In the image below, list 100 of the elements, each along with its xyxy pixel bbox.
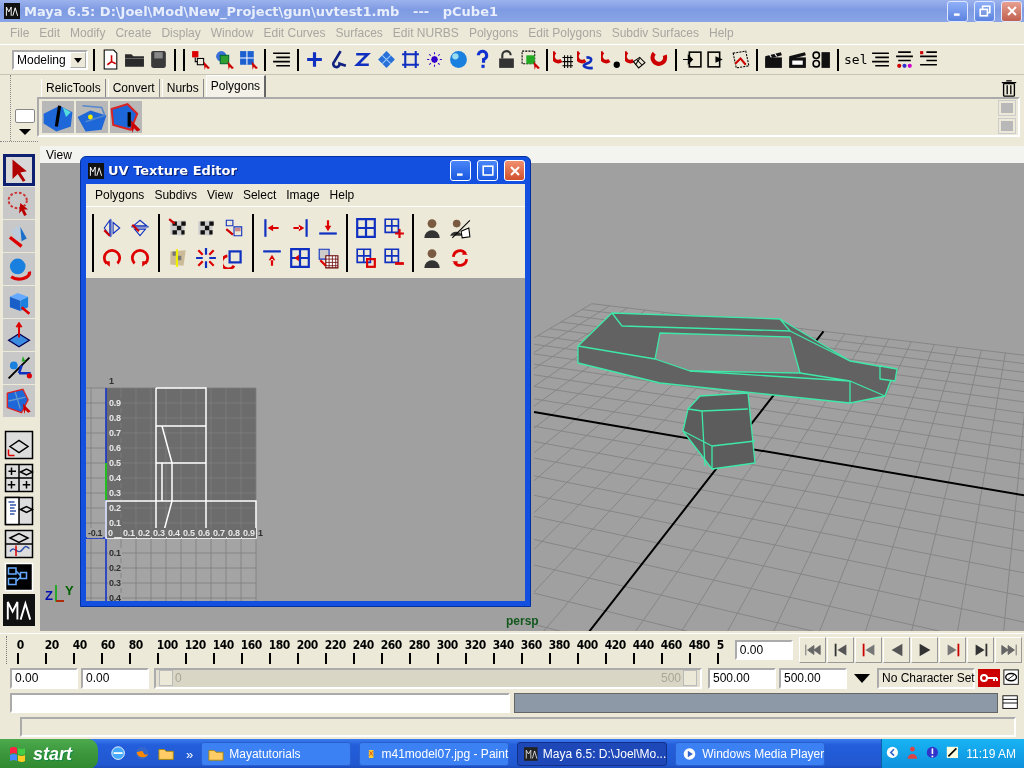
media-player-icon xyxy=(682,746,698,762)
shelf-tab[interactable]: Polygons xyxy=(205,75,267,97)
taskbar-button[interactable]: Mayatutorials xyxy=(201,742,352,766)
menu-item[interactable]: View xyxy=(202,188,238,202)
clock: 11:19 AM xyxy=(966,747,1016,761)
axis-tick-label: 0.3 xyxy=(152,528,166,538)
grid-arrow-icon[interactable] xyxy=(289,246,311,269)
grid-magnet-icon[interactable] xyxy=(553,49,574,70)
lines-icon[interactable] xyxy=(271,49,292,70)
script-editor-icon[interactable] xyxy=(1002,694,1020,712)
hierarchy-select-icon[interactable] xyxy=(190,49,211,70)
taskbar-button[interactable]: Windows Media Player xyxy=(675,742,826,766)
menu-item[interactable]: Image xyxy=(281,188,325,202)
playback-end-field[interactable]: 500.00 xyxy=(708,667,776,689)
input-icon[interactable] xyxy=(682,49,703,70)
axis-tick-label: 0.4 xyxy=(108,473,122,483)
texture-grid-icon[interactable] xyxy=(317,246,339,269)
frame-tick-label: 200 xyxy=(296,638,318,652)
taskbar-button[interactable]: m41model07.jpg - Paint xyxy=(359,742,510,766)
clapboard-icon[interactable] xyxy=(763,49,784,70)
frame-tick-label: 380 xyxy=(548,638,570,652)
taskbar-button-label: Mayatutorials xyxy=(229,747,301,761)
rotate-right-icon[interactable] xyxy=(129,246,151,269)
shelf-tab[interactable]: Convert xyxy=(107,79,160,97)
frame-icon[interactable] xyxy=(400,49,421,70)
caret-icon[interactable] xyxy=(853,671,871,685)
outliner-layout-icon[interactable] xyxy=(4,496,34,526)
axis-tick-label: 0.9 xyxy=(242,528,256,538)
axis-tick-label: 0.2 xyxy=(137,528,151,538)
taskbar-button[interactable]: Maya 6.5: D:\Joel\Mo... xyxy=(517,742,668,766)
rotate-left-icon[interactable] xyxy=(101,246,123,269)
polygon-cube-icon[interactable] xyxy=(42,101,74,133)
four-pane-layout-icon[interactable] xyxy=(4,463,34,493)
lock-icon[interactable] xyxy=(496,49,517,70)
object-select-icon[interactable] xyxy=(214,49,235,70)
current-time-field[interactable]: 0.00 xyxy=(734,639,793,660)
menu-item[interactable]: Help xyxy=(324,188,360,202)
playback-start-field[interactable]: 0.00 xyxy=(81,667,149,689)
frame-tick-label: 340 xyxy=(492,638,514,652)
checker-icon[interactable] xyxy=(167,216,189,239)
single-pane-layout-icon[interactable] xyxy=(4,430,34,460)
grid-icon[interactable] xyxy=(355,216,377,239)
save-icon[interactable] xyxy=(148,49,169,70)
graph-layout-icon[interactable] xyxy=(4,529,34,559)
start-time-field[interactable]: 0.00 xyxy=(10,667,78,689)
component-select-icon[interactable] xyxy=(238,49,259,70)
shelf-tab[interactable]: Nurbs xyxy=(161,79,204,97)
caret-icon[interactable] xyxy=(18,127,32,137)
lines-icon[interactable] xyxy=(894,49,916,70)
axis-tick-label: 0.7 xyxy=(108,428,122,438)
person-silhouette-icon[interactable] xyxy=(421,246,443,269)
frame-tick-label: 420 xyxy=(604,638,626,652)
trash-icon[interactable] xyxy=(1000,79,1018,97)
taskbar-button-label: Maya 6.5: D:\Joel\Mo... xyxy=(542,747,667,761)
quick-launch-more[interactable]: » xyxy=(186,746,194,762)
refresh-icon[interactable] xyxy=(449,246,471,269)
marquee-select-icon[interactable] xyxy=(520,49,541,70)
taskbar-button-label: m41model07.jpg - Paint xyxy=(381,747,509,761)
axis-tick-label: 0.1 xyxy=(108,548,122,558)
range-start-handle[interactable] xyxy=(159,670,173,686)
frame-tick-label: 5 xyxy=(716,638,724,652)
range-end-handle[interactable] xyxy=(683,670,697,686)
point-magnet-icon[interactable] xyxy=(601,49,622,70)
axis-tick-label: 0.7 xyxy=(212,528,226,538)
axis-tick-label: 0.4 xyxy=(167,528,181,538)
character-set-field[interactable]: No Character Set xyxy=(877,667,975,689)
axis-tick-label: 0.5 xyxy=(108,458,122,468)
gather-icon[interactable] xyxy=(195,246,217,269)
menu-item[interactable]: Polygons xyxy=(90,188,150,202)
browser-icon[interactable] xyxy=(110,745,128,763)
surface-icon[interactable] xyxy=(376,49,397,70)
grid-add-icon[interactable] xyxy=(383,216,405,239)
command-input-field[interactable] xyxy=(10,693,510,713)
render-settings-icon[interactable] xyxy=(811,49,832,70)
hypershade-layout-icon[interactable] xyxy=(4,562,34,592)
menu-set-dropdown[interactable]: Modeling xyxy=(12,49,88,70)
clapboard-icon[interactable] xyxy=(787,49,808,70)
menu-item[interactable]: Select xyxy=(237,188,282,202)
frame-tick-label: 140 xyxy=(212,638,234,652)
menu-item[interactable]: Subdivs xyxy=(149,188,203,202)
plus-icon[interactable] xyxy=(304,49,325,70)
frame-tick-label: 20 xyxy=(44,638,59,652)
selection-menu[interactable]: sel xyxy=(844,52,868,67)
frame-tick-label: 400 xyxy=(576,638,598,652)
shelf-tab[interactable]: RelicTools xyxy=(41,79,106,97)
grid-square-icon[interactable] xyxy=(355,246,377,269)
flip-horizontal-icon[interactable] xyxy=(101,216,123,239)
lines-icon[interactable] xyxy=(870,49,892,70)
panel-menu-item[interactable]: View xyxy=(46,147,72,162)
preferences-icon[interactable] xyxy=(1003,669,1021,687)
axis-tick-label: 0.6 xyxy=(108,443,122,453)
frame-tick-label: 120 xyxy=(184,638,206,652)
person-silhouette-icon[interactable] xyxy=(421,216,443,239)
end-time-field[interactable]: 500.00 xyxy=(779,667,847,689)
frame-tick-label: 300 xyxy=(436,638,458,652)
axis-tick-label: 0.8 xyxy=(108,413,122,423)
frame-tick-label: 40 xyxy=(72,638,87,652)
polygon-cut-icon[interactable] xyxy=(110,101,142,133)
start-button[interactable]: start xyxy=(0,739,98,768)
plane-magnet-icon[interactable] xyxy=(625,49,646,70)
